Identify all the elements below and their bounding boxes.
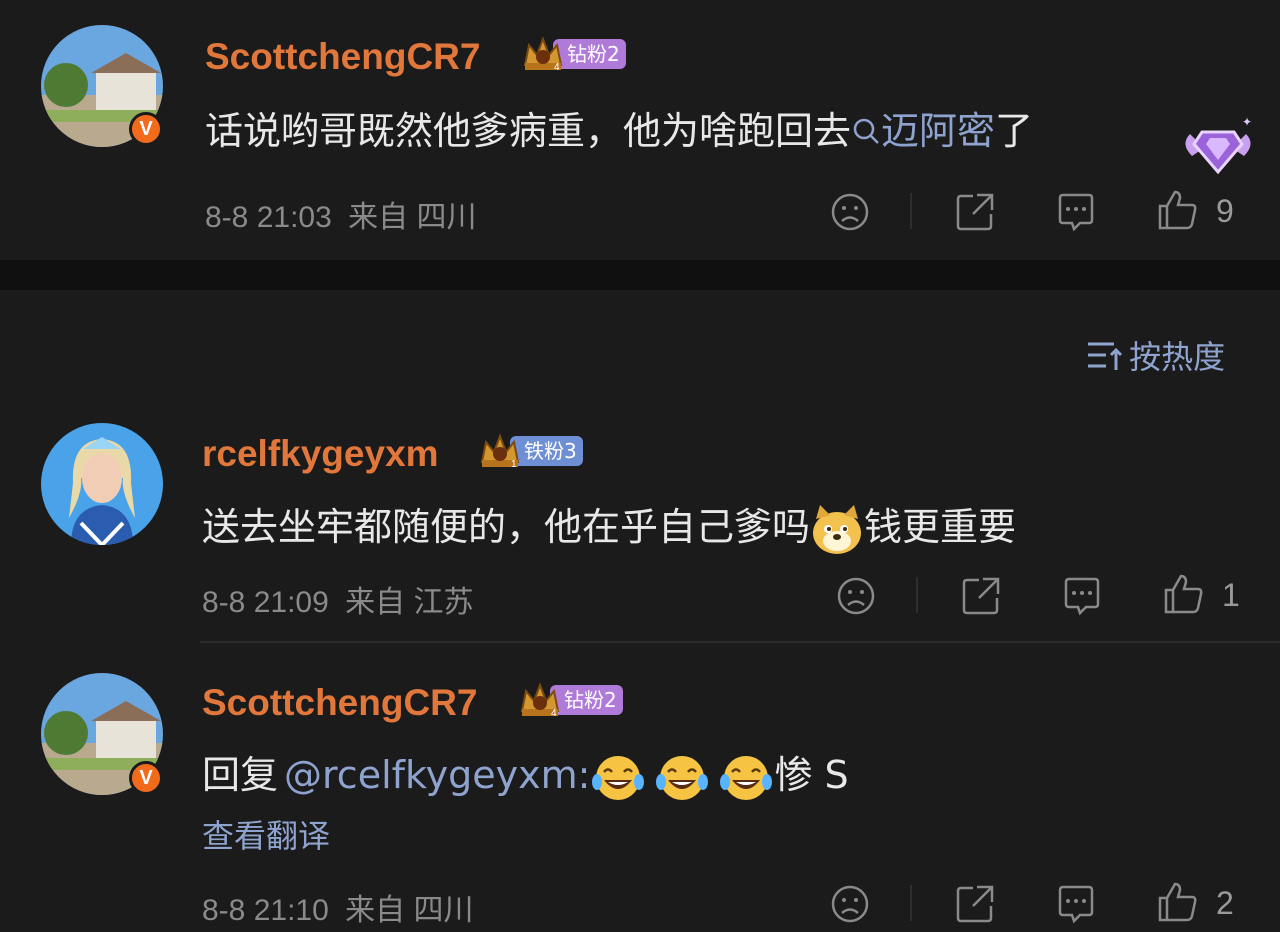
verified-badge: V — [129, 761, 163, 795]
divider — [910, 885, 912, 921]
sort-button[interactable]: 按热度 — [1086, 332, 1225, 376]
username[interactable]: rcelfkygeyxm — [202, 433, 439, 475]
like-count: 2 — [1216, 885, 1234, 921]
doge-emoji — [813, 504, 862, 554]
divider — [910, 193, 912, 229]
laugh-cry-emoji — [656, 755, 709, 800]
like-icon[interactable] — [1162, 572, 1206, 616]
reply-prefix: 回复 — [202, 753, 279, 797]
fan-badge[interactable]: 铁粉3 1 — [478, 432, 600, 470]
comment-icon[interactable] — [1054, 190, 1098, 234]
dislike-icon[interactable] — [834, 574, 878, 618]
crown-icon: 1 — [480, 433, 520, 470]
svg-text:✦: ✦ — [1242, 115, 1252, 129]
timestamp: 8-8 21:09 — [202, 586, 329, 619]
diamond-fan-decoration: ✦ — [1185, 115, 1252, 175]
location: 来自 四川 — [348, 201, 477, 234]
divider — [916, 577, 918, 613]
comment-text-end: 了 — [995, 109, 1034, 153]
location: 来自 四川 — [345, 894, 474, 927]
comment-text: 话说哟哥既然他爹病重，他为啥跑回去 迈阿密了 — [205, 100, 1033, 155]
avatar[interactable] — [41, 423, 163, 545]
share-icon[interactable] — [953, 190, 997, 234]
timestamp: 8-8 21:03 — [205, 201, 332, 234]
comment-icon[interactable] — [1054, 882, 1098, 926]
comment-meta: 8-8 21:09 来自 江苏 — [202, 577, 473, 621]
like-icon[interactable] — [1156, 188, 1200, 232]
crown-icon: 4 — [523, 36, 563, 73]
comment-text-end: 钱更重要 — [864, 505, 1017, 549]
username[interactable]: ScottchengCR7 — [205, 36, 480, 78]
comment-text-body: 话说哟哥既然他爹病重，他为啥跑回去 — [205, 109, 852, 153]
comment-meta: 8-8 21:03 来自 四川 — [205, 192, 476, 236]
comment-text: 回复 @rcelfkygeyxm: 惨 S — [202, 744, 849, 804]
share-icon[interactable] — [953, 882, 997, 926]
mention-link[interactable]: @rcelfkygeyxm: — [284, 753, 590, 797]
translate-link[interactable]: 查看翻译 — [202, 811, 330, 857]
comment-text: 送去坐牢都随便的，他在乎自己爹吗 钱更重要 — [202, 496, 1016, 555]
reply-divider — [200, 641, 1280, 643]
like-count: 9 — [1216, 193, 1234, 229]
section-separator — [0, 260, 1280, 290]
verified-badge: V — [129, 112, 163, 146]
laugh-cry-emoji — [720, 755, 773, 800]
comment-text-body: 送去坐牢都随便的，他在乎自己爹吗 — [202, 505, 811, 549]
sort-icon — [1088, 342, 1123, 370]
search-link-text: 迈阿密 — [881, 109, 996, 153]
share-icon[interactable] — [959, 574, 1003, 618]
laugh-cry-emoji — [592, 755, 645, 800]
crown-icon: 4 — [520, 682, 560, 719]
like-icon[interactable] — [1156, 880, 1200, 924]
comment-icon[interactable] — [1060, 574, 1104, 618]
search-icon — [853, 118, 879, 144]
sort-label: 按热度 — [1129, 338, 1226, 376]
username[interactable]: ScottchengCR7 — [202, 682, 477, 724]
svg-text:4: 4 — [554, 62, 560, 73]
location: 来自 江苏 — [345, 586, 474, 619]
svg-text:4: 4 — [551, 708, 557, 719]
timestamp: 8-8 21:10 — [202, 894, 329, 927]
comment-meta: 8-8 21:10 来自 四川 — [202, 885, 473, 929]
svg-text:1: 1 — [511, 459, 517, 470]
dislike-icon[interactable] — [828, 882, 872, 926]
comment-text-end: 惨 S — [774, 753, 849, 797]
like-count: 1 — [1222, 577, 1240, 613]
fan-badge[interactable]: 钻粉2 4 — [518, 681, 640, 719]
fan-badge[interactable]: 钻粉2 4 — [521, 35, 643, 73]
dislike-icon[interactable] — [828, 190, 872, 234]
search-link[interactable]: 迈阿密 — [851, 109, 995, 153]
